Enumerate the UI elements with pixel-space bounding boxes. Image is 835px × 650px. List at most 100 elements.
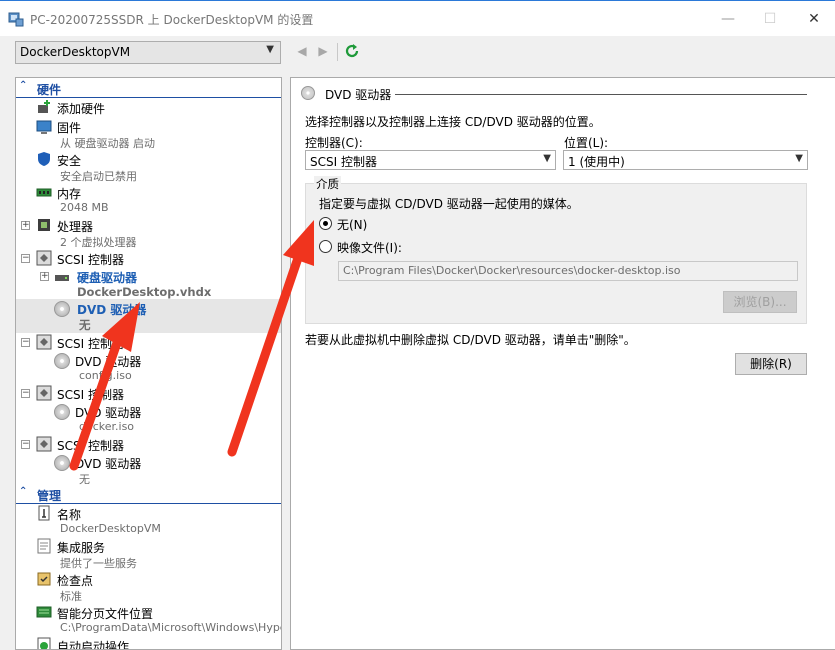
title-bar: PC-20200725SSDR 上 DockerDesktopVM 的设置 — … (0, 0, 835, 36)
location-label: 位置(L): (564, 136, 609, 150)
tree-item-label: 集成服务 (57, 541, 106, 555)
remove-hint: 若要从此虚拟机中删除虚拟 CD/DVD 驱动器，请单击"删除"。 (305, 333, 636, 347)
dvd-disc-icon (54, 301, 70, 317)
maximize-button[interactable]: ☐ (760, 9, 780, 29)
expand-icon[interactable]: + (21, 221, 30, 230)
tree-item-label: 检查点 (57, 574, 94, 588)
controller-select[interactable]: SCSI 控制器 ▼ (305, 150, 556, 170)
none-radio[interactable] (319, 217, 332, 230)
tree-item-sublabel: DockerDesktopVM (60, 522, 161, 535)
tree-item-sublabel: 2 个虚拟处理器 (60, 236, 137, 249)
dvd-disc-icon (301, 86, 315, 100)
shield-icon (38, 152, 50, 166)
controller-select-value: SCSI 控制器 (310, 155, 377, 169)
vm-select[interactable]: DockerDesktopVM ▼ (15, 41, 281, 64)
collapse-icon[interactable]: − (21, 440, 30, 449)
minimize-button[interactable]: — (718, 9, 738, 29)
tree-item-label: DVD 驱动器 (77, 303, 147, 317)
hardware-section-header[interactable]: ⌃ 硬件 (16, 79, 281, 98)
hyperv-settings-icon (8, 12, 24, 27)
auto-start-icon (37, 637, 51, 649)
dvd-disc-icon (54, 455, 70, 471)
tree-item-label: 智能分页文件位置 (57, 607, 154, 621)
chevron-down-icon: ▼ (266, 44, 274, 55)
window-title: PC-20200725SSDR 上 DockerDesktopVM 的设置 (30, 13, 314, 27)
tree-item-label: 内存 (57, 187, 82, 201)
collapse-icon: ⌃ (19, 486, 28, 497)
vm-select-value: DockerDesktopVM (20, 45, 131, 59)
add-hardware-icon (38, 100, 50, 113)
tree-item-sublabel: 提供了一些服务 (60, 557, 137, 570)
image-path-input[interactable]: C:\Program Files\Docker\Docker\resources… (338, 261, 798, 281)
none-radio-label[interactable]: 无(N) (337, 216, 367, 233)
location-select-value: 1 (使用中) (568, 155, 625, 169)
details-panel: DVD 驱动器 选择控制器以及控制器上连接 CD/DVD 驱动器的位置。 控制器… (290, 77, 835, 650)
controller-label: 控制器(C): (305, 136, 363, 150)
tree-item-sublabel: 标准 (60, 590, 82, 603)
toolbar-separator (337, 43, 338, 61)
tree-item-label: DVD 驱动器 (75, 457, 142, 471)
tree-item-sublabel: 无 (79, 318, 91, 332)
smart-paging-icon (36, 606, 52, 618)
tree-item-sublabel: docker.iso (79, 420, 135, 433)
collapse-icon[interactable]: − (21, 254, 30, 263)
tree-item-label: SCSI 控制器 (57, 337, 124, 351)
remove-button[interactable]: 删除(R) (735, 353, 807, 375)
tree-item-label: 添加硬件 (57, 102, 106, 116)
tree-item-label: SCSI 控制器 (57, 388, 124, 402)
collapse-icon[interactable]: − (21, 338, 30, 347)
dvd-disc-icon (54, 353, 70, 369)
scsi-controller-icon (36, 334, 52, 350)
tree-item-label: 安全 (57, 154, 82, 168)
tree-item-label: SCSI 控制器 (57, 439, 124, 453)
expand-icon[interactable]: + (40, 272, 49, 281)
title-divider (395, 94, 807, 95)
tree-item-label: 固件 (57, 121, 82, 135)
browse-button[interactable]: 浏览(B)... (723, 291, 797, 313)
refresh-icon[interactable] (344, 43, 360, 59)
tree-item-sublabel: 2048 MB (60, 201, 109, 214)
collapse-icon: ⌃ (19, 80, 28, 91)
tree-item-label: 名称 (57, 508, 82, 522)
media-group: 介质 指定要与虚拟 CD/DVD 驱动器一起使用的媒体。 无(N) 映像文件(I… (305, 176, 807, 324)
name-tag-icon (38, 505, 50, 521)
checkpoint-icon (37, 572, 51, 586)
image-path-value: C:\Program Files\Docker\Docker\resources… (343, 264, 681, 277)
image-file-radio-label[interactable]: 映像文件(I): (337, 239, 402, 256)
tree-item-sublabel: config.iso (79, 369, 132, 382)
tree-item-label: DVD 驱动器 (75, 406, 142, 420)
integration-services-icon (37, 538, 51, 554)
collapse-icon[interactable]: − (21, 389, 30, 398)
settings-tree: ⌃ 硬件 添加硬件 固件 从 硬盘驱动器 启动 安全 安全启动已禁用 内存 20… (15, 77, 282, 650)
details-title: DVD 驱动器 (325, 88, 392, 102)
tree-item-sublabel: DockerDesktop.vhdx (77, 285, 212, 299)
tree-item-label: DVD 驱动器 (75, 355, 142, 369)
chevron-down-icon: ▼ (543, 153, 551, 164)
monitor-icon (36, 120, 52, 134)
management-section-title: 管理 (37, 489, 62, 503)
scsi-controller-icon (36, 385, 52, 401)
cpu-icon (38, 219, 50, 231)
location-select[interactable]: 1 (使用中) ▼ (563, 150, 808, 170)
hardware-section-title: 硬件 (37, 83, 62, 97)
tree-item-label: 硬盘驱动器 (77, 271, 138, 285)
scsi-controller-icon (36, 436, 52, 452)
memory-chip-icon (36, 188, 52, 197)
tree-item-sublabel: 安全启动已禁用 (60, 170, 137, 183)
scsi-controller-icon (36, 250, 52, 266)
tree-item-label: 处理器 (57, 220, 94, 234)
close-button[interactable]: ✕ (804, 9, 824, 29)
tree-item-label: 自动启动操作 (57, 640, 130, 650)
details-description: 选择控制器以及控制器上连接 CD/DVD 驱动器的位置。 (305, 115, 601, 129)
tree-item-label: SCSI 控制器 (57, 253, 124, 267)
media-group-title: 介质 (314, 176, 341, 192)
forward-button[interactable]: ▶ (316, 44, 330, 60)
chevron-down-icon: ▼ (795, 153, 803, 164)
hard-drive-icon (55, 275, 69, 281)
back-button[interactable]: ◀ (295, 44, 309, 60)
management-section-header[interactable]: ⌃ 管理 (16, 485, 281, 504)
image-file-radio[interactable] (319, 240, 332, 253)
dvd-disc-icon (54, 404, 70, 420)
media-description: 指定要与虚拟 CD/DVD 驱动器一起使用的媒体。 (319, 197, 579, 211)
tree-item-sublabel: 从 硬盘驱动器 启动 (60, 137, 155, 150)
